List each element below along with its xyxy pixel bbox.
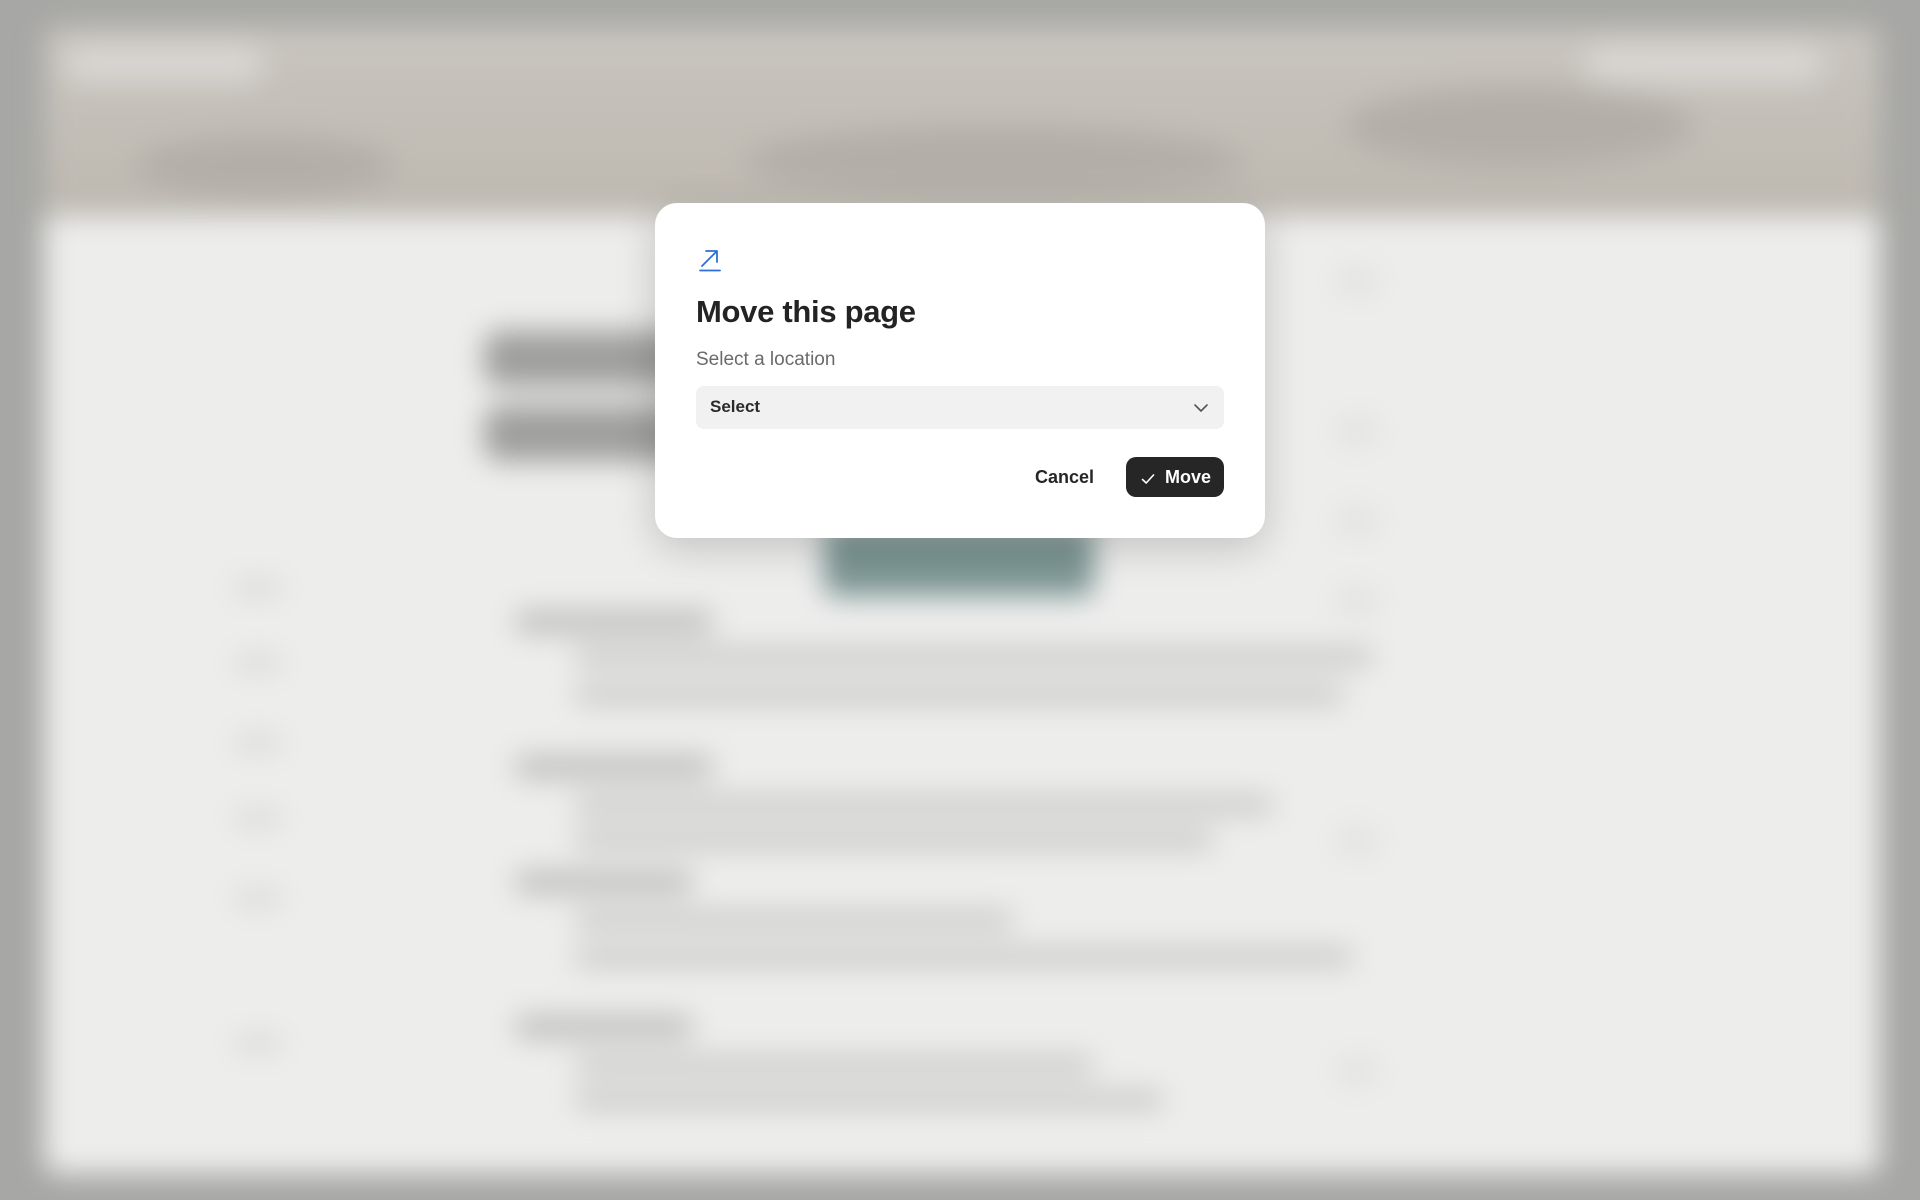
cancel-button[interactable]: Cancel <box>1021 457 1108 497</box>
arrow-up-right-icon <box>696 246 724 274</box>
move-button-label: Move <box>1165 467 1212 487</box>
move-button[interactable]: Move <box>1126 457 1224 497</box>
location-select[interactable]: Select <box>696 386 1224 429</box>
dialog-title: Move this page <box>696 294 916 329</box>
background-app <box>0 0 1920 1200</box>
app-window <box>44 26 1880 1174</box>
location-select-value: Select <box>710 397 761 416</box>
chevron-down-icon <box>1192 399 1210 417</box>
check-icon <box>1141 470 1155 484</box>
cover-banner <box>44 26 1880 216</box>
dialog-subtitle: Select a location <box>696 349 836 370</box>
move-page-dialog: Move this page Select a location Select … <box>655 203 1265 538</box>
